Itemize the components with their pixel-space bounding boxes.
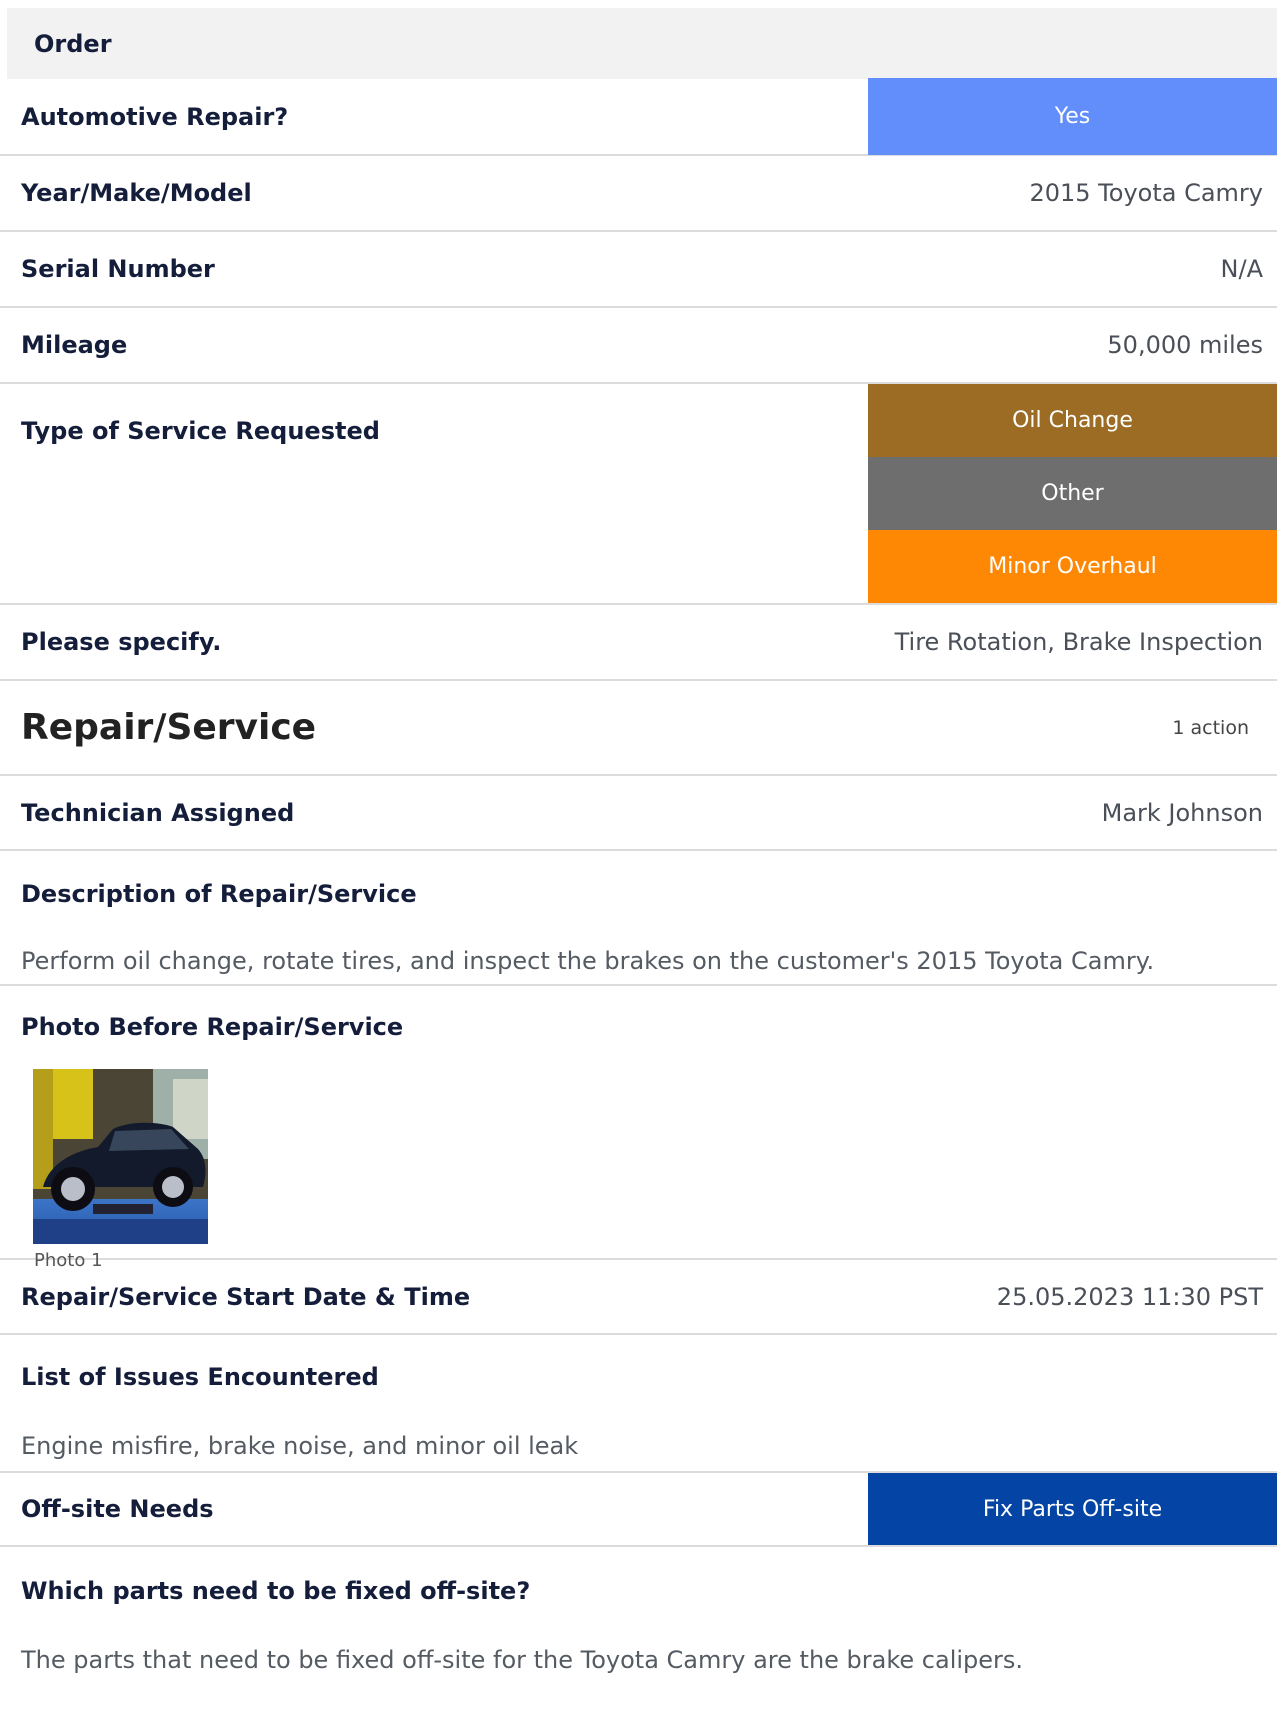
repair-section-title: Repair/Service	[21, 707, 317, 748]
photo-thumbnail[interactable]: Photo 1	[33, 1069, 208, 1271]
automotive-repair-row: Automotive Repair? Yes	[0, 78, 1277, 156]
offsite-parts-value: The parts that need to be fixed off-site…	[21, 1646, 1024, 1674]
serial-number-label: Serial Number	[21, 255, 215, 283]
technician-row: Technician Assigned Mark Johnson	[0, 776, 1277, 851]
action-count[interactable]: 1 action	[1172, 717, 1277, 739]
service-type-row: Type of Service Requested Oil Change Oth…	[0, 384, 1277, 605]
offsite-needs-label: Off-site Needs	[21, 1495, 214, 1523]
car-photo-image	[33, 1069, 208, 1244]
year-make-model-label: Year/Make/Model	[21, 179, 252, 207]
technician-value: Mark Johnson	[1101, 798, 1263, 827]
year-make-model-row: Year/Make/Model 2015 Toyota Camry	[0, 156, 1277, 232]
service-option-minor-overhaul[interactable]: Minor Overhaul	[868, 530, 1277, 603]
service-type-label: Type of Service Requested	[21, 417, 380, 445]
service-type-options: Oil Change Other Minor Overhaul	[868, 384, 1277, 603]
mileage-value: 50,000 miles	[1107, 331, 1263, 359]
photo-label: Photo Before Repair/Service	[21, 1013, 404, 1041]
serial-number-row: Serial Number N/A	[0, 232, 1277, 308]
service-option-other[interactable]: Other	[868, 457, 1277, 530]
offsite-needs-row: Off-site Needs Fix Parts Off-site	[0, 1473, 1277, 1547]
description-value: Perform oil change, rotate tires, and in…	[21, 947, 1155, 975]
start-date-label: Repair/Service Start Date & Time	[21, 1282, 471, 1311]
issues-block: List of Issues Encountered Engine misfir…	[0, 1335, 1277, 1473]
issues-label: List of Issues Encountered	[21, 1363, 379, 1391]
issues-value: Engine misfire, brake noise, and minor o…	[21, 1432, 579, 1460]
description-label: Description of Repair/Service	[21, 880, 417, 908]
mileage-row: Mileage 50,000 miles	[0, 308, 1277, 384]
automotive-repair-label: Automotive Repair?	[21, 102, 289, 131]
offsite-parts-block: Which parts need to be fixed off-site? T…	[0, 1547, 1277, 1717]
please-specify-label: Please specify.	[21, 628, 222, 656]
please-specify-row: Please specify. Tire Rotation, Brake Ins…	[0, 605, 1277, 681]
order-section-header: Order	[7, 8, 1277, 79]
please-specify-value: Tire Rotation, Brake Inspection	[894, 628, 1263, 656]
year-make-model-value: 2015 Toyota Camry	[1029, 179, 1263, 207]
repair-section-header: Repair/Service 1 action	[0, 681, 1277, 776]
automotive-repair-choice[interactable]: Yes	[868, 78, 1277, 155]
photo-block: Photo Before Repair/Service Photo 1	[0, 986, 1277, 1271]
start-date-value: 25.05.2023 11:30 PST	[996, 1282, 1263, 1311]
start-date-row: Repair/Service Start Date & Time 25.05.2…	[0, 1260, 1277, 1335]
form-view: Order Automotive Repair? Yes Year/Make/M…	[0, 8, 1277, 1717]
mileage-label: Mileage	[21, 331, 128, 359]
serial-number-value: N/A	[1220, 255, 1263, 283]
offsite-parts-label: Which parts need to be fixed off-site?	[21, 1577, 531, 1605]
description-block: Description of Repair/Service Perform oi…	[0, 851, 1277, 986]
technician-label: Technician Assigned	[21, 798, 295, 827]
service-option-oil-change[interactable]: Oil Change	[868, 384, 1277, 457]
offsite-needs-choice[interactable]: Fix Parts Off-site	[868, 1473, 1277, 1545]
